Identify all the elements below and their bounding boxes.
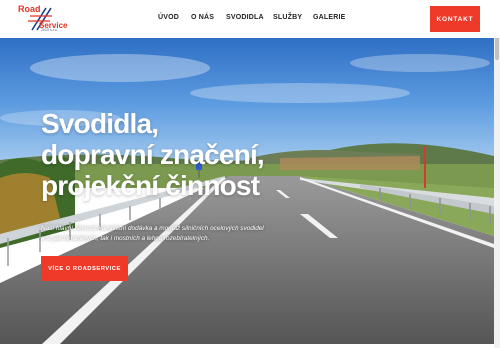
logo[interactable]: Road Service 2010 s.r.o. — [18, 4, 67, 34]
hero-section: Svodidla, dopravní značení, projekční či… — [0, 38, 494, 344]
hero-title-line-1: Svodidla, — [41, 108, 159, 139]
more-about-button[interactable]: VÍCE O ROADSERVICE — [41, 256, 128, 281]
logo-line-1: Road — [18, 4, 41, 14]
nav-item-galerie[interactable]: GALERIE — [313, 14, 346, 21]
site-header: Road Service 2010 s.r.o. ÚVOD O NÁS SVOD… — [0, 0, 500, 38]
page-bottom-edge — [0, 344, 494, 348]
hero-title-line-2: dopravní značení, — [41, 139, 265, 170]
page-scrollbar[interactable] — [494, 0, 500, 348]
hero-description-line-2: a to jak beraněných, tak i mostních a le… — [41, 234, 210, 242]
contact-button[interactable]: KONTAKT — [430, 6, 480, 32]
hero-title: Svodidla, dopravní značení, projekční či… — [41, 108, 265, 201]
nav-item-uvod[interactable]: ÚVOD — [158, 14, 179, 21]
logo-line-3: 2010 s.r.o. — [41, 28, 58, 32]
nav-item-o-nas[interactable]: O NÁS — [191, 14, 214, 21]
nav-item-svodidla[interactable]: SVODIDLA — [226, 14, 264, 21]
hero-description: Naší hlavní činností kompletní dodávka a… — [41, 224, 301, 243]
hero-description-line-1: Naší hlavní činností kompletní dodávka a… — [41, 225, 264, 232]
hero-title-line-3: projekční činnost — [41, 170, 260, 201]
nav-item-sluzby[interactable]: SLUŽBY — [273, 14, 302, 21]
